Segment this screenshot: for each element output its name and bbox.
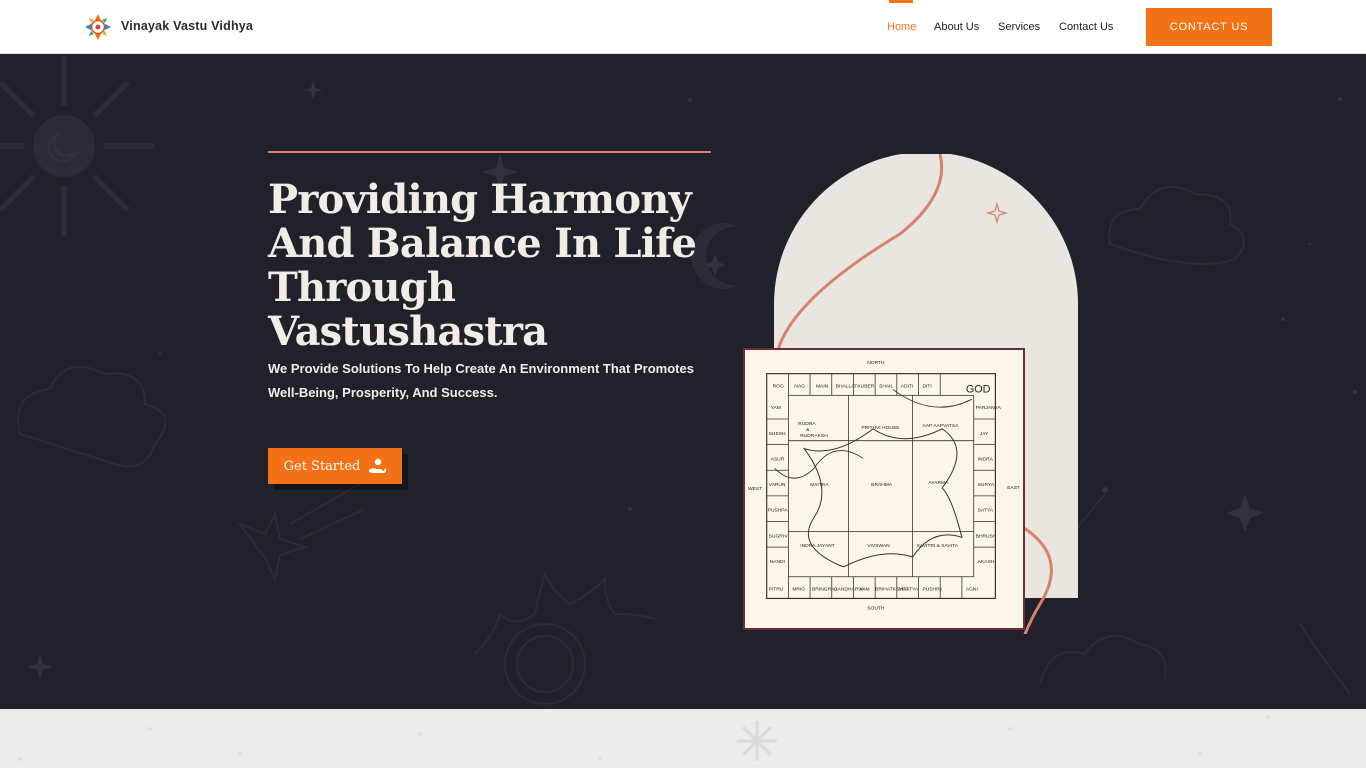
zone-label: RUDRAKSH bbox=[800, 433, 828, 439]
hero-subtitle: We Provide Solutions To Help Create An E… bbox=[268, 357, 718, 405]
cell-label: ASUR bbox=[771, 456, 785, 462]
sun-decoration bbox=[0, 56, 154, 236]
nav-contact-us[interactable]: Contact Us bbox=[1059, 21, 1113, 33]
zone-label: SAVITRI & SAVITA bbox=[917, 543, 959, 549]
brand-name[interactable]: Vinayak Vastu Vidhya bbox=[121, 19, 253, 33]
cell-label: ADITI bbox=[901, 383, 914, 389]
direction-label-south: SOUTH bbox=[867, 605, 885, 611]
cell-label: BHRUSH bbox=[976, 533, 997, 539]
cell-label: VITATYA bbox=[899, 587, 919, 593]
direction-label-west: WEST bbox=[748, 486, 762, 492]
cell-label: PUSHPA bbox=[768, 508, 789, 514]
hero-title-line: Providing Harmony bbox=[268, 176, 692, 223]
hero-subtitle-line: Well-Being, Prosperity, And Success. bbox=[268, 385, 498, 400]
hero-title-line: Through Vastushastra bbox=[268, 264, 548, 355]
cell-label: MRIG bbox=[792, 587, 805, 593]
zone-label: VIVSWAN bbox=[867, 543, 890, 549]
cell-label: VARUN bbox=[769, 482, 786, 488]
cell-label: AKASH bbox=[978, 559, 995, 565]
cell-label: PITRU bbox=[769, 587, 784, 593]
zone-label: & bbox=[806, 427, 810, 433]
cell-label: DITI bbox=[922, 383, 931, 389]
cell-label: AGNI bbox=[966, 587, 978, 593]
vastu-grid-diagram: NORTH SOUTH EAST WEST GOD ROG NAG MAIN B… bbox=[743, 348, 1025, 630]
zone-label: AAP AAPVATSA bbox=[922, 423, 959, 429]
zone-label: MAITRA bbox=[810, 482, 829, 488]
hand-user-icon bbox=[369, 458, 387, 473]
cloud-decoration bbox=[1039, 635, 1167, 685]
sun-decoration bbox=[474, 571, 656, 705]
cell-label: ROG bbox=[773, 383, 784, 389]
get-started-button[interactable]: Get Started bbox=[268, 448, 402, 484]
zone-label: INDRA JAYANT bbox=[800, 543, 834, 549]
cell-label: SHAIL bbox=[879, 383, 893, 389]
cell-label: NAG bbox=[794, 383, 805, 389]
zone-label: RUDRA bbox=[798, 421, 816, 427]
god-label: GOD bbox=[966, 383, 991, 395]
cell-label: SUGRIV bbox=[769, 533, 789, 539]
hero-divider-line bbox=[268, 151, 711, 153]
shooting-star-decoration bbox=[237, 510, 309, 584]
cell-label: NANDI bbox=[770, 559, 785, 565]
cell-label: MAIN bbox=[816, 383, 829, 389]
cell-label: JAY bbox=[980, 431, 989, 437]
bottom-decoration bbox=[18, 715, 1270, 761]
zone-label: BRAHMA bbox=[871, 482, 893, 488]
hero-subtitle-line: We Provide Solutions To Help Create An E… bbox=[268, 361, 694, 376]
direction-label-east: EAST bbox=[1007, 485, 1020, 491]
sparkle-decoration bbox=[27, 654, 53, 680]
site-header: Vinayak Vastu Vidhya Home About Us Servi… bbox=[0, 0, 1366, 54]
active-nav-indicator bbox=[889, 0, 913, 3]
cell-label: INDRA bbox=[978, 456, 994, 462]
cell-label: YAM bbox=[859, 587, 869, 593]
sparkle-decoration bbox=[303, 80, 323, 100]
get-started-label: Get Started bbox=[283, 458, 361, 474]
cell-label: PUSHPA bbox=[922, 587, 943, 593]
cloud-decoration bbox=[1108, 185, 1245, 265]
zone-label: AYARMA bbox=[928, 480, 949, 486]
hero-title: Providing Harmony And Balance In Life Th… bbox=[268, 178, 738, 354]
hero-title-line: And Balance In Life bbox=[268, 220, 697, 267]
constellation-decoration bbox=[1059, 493, 1351, 695]
cell-label: YAM bbox=[771, 405, 781, 411]
nav-services[interactable]: Services bbox=[998, 21, 1040, 33]
zone-label: PRITHVI HOUSE bbox=[861, 425, 900, 431]
direction-label-north: NORTH bbox=[867, 360, 885, 366]
logo-icon[interactable] bbox=[84, 13, 112, 41]
hero-section: Providing Harmony And Balance In Life Th… bbox=[0, 54, 1366, 709]
cell-label: PARJANYA bbox=[976, 405, 1002, 411]
cell-label: KUBER bbox=[857, 383, 874, 389]
contact-us-button[interactable]: CONTACT US bbox=[1146, 8, 1272, 46]
cell-label: BHALLAT bbox=[836, 383, 857, 389]
cloud-decoration bbox=[17, 365, 167, 468]
next-section-strip bbox=[0, 709, 1366, 768]
cell-label: SHESH bbox=[769, 431, 786, 437]
nav-home[interactable]: Home bbox=[887, 21, 916, 33]
cell-label: SURYA bbox=[978, 482, 995, 488]
sparkle-decoration bbox=[1226, 494, 1264, 532]
nav-about-us[interactable]: About Us bbox=[934, 21, 979, 33]
cell-label: SATYA bbox=[978, 508, 994, 514]
